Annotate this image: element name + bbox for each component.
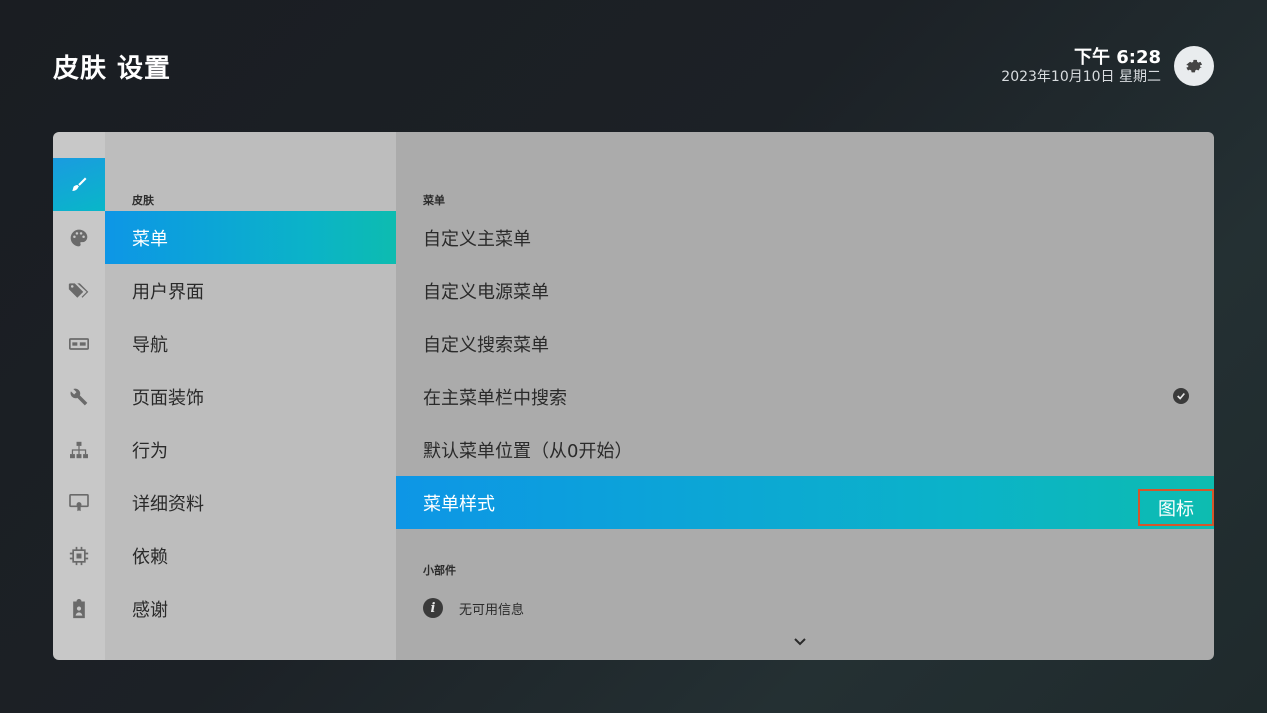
clock-time: 下午 6:28 [1073, 47, 1161, 68]
setting-value: 图标 [1138, 489, 1214, 526]
sidebar-icon-badge[interactable] [53, 582, 105, 635]
palette-icon [70, 229, 88, 246]
gear-icon [1186, 59, 1202, 73]
display-icon [69, 337, 89, 350]
icon-sidebar [53, 132, 105, 660]
certificate-icon [69, 493, 89, 511]
clock-date: 2023年10月10日 星期二 [1001, 69, 1161, 85]
settings-content: 菜单 自定义主菜单 自定义电源菜单 自定义搜索菜单 在主菜单栏中搜索 默认菜单位… [396, 132, 1214, 660]
setting-label: 自定义主菜单 [423, 228, 531, 250]
category-item-dependencies[interactable]: 依赖 [105, 529, 396, 582]
brush-icon [72, 177, 87, 191]
settings-panel: 皮肤 菜单 用户界面 导航 页面装饰 行为 详细资料 依赖 感谢 菜单 自定义主… [53, 132, 1214, 660]
wrench-icon [70, 388, 88, 405]
category-item-thanks[interactable]: 感谢 [105, 582, 396, 635]
settings-button[interactable] [1174, 46, 1214, 86]
setting-label: 在主菜单栏中搜索 [423, 387, 567, 409]
sidebar-icon-palette[interactable] [53, 211, 105, 264]
setting-custom-main-menu[interactable]: 自定义主菜单 [396, 211, 1214, 264]
sidebar-icon-tags[interactable] [53, 264, 105, 317]
clock: 下午 6:28 2023年10月10日 星期二 [1001, 48, 1161, 86]
sidebar-icon-certificate[interactable] [53, 476, 105, 529]
checkmark-icon [1173, 388, 1189, 404]
page-title: 皮肤 设置 [53, 54, 172, 84]
category-item-behavior[interactable]: 行为 [105, 423, 396, 476]
badge-icon [73, 598, 85, 618]
setting-menu-style[interactable]: 菜单样式 图标 [396, 476, 1214, 529]
sidebar-icon-chip[interactable] [53, 529, 105, 582]
menu-section-label: 菜单 [423, 194, 445, 207]
setting-custom-power-menu[interactable]: 自定义电源菜单 [396, 264, 1214, 317]
sidebar-icon-display[interactable] [53, 317, 105, 370]
setting-search-in-main-menu[interactable]: 在主菜单栏中搜索 [396, 370, 1214, 423]
info-icon: i [423, 598, 443, 618]
category-list: 皮肤 菜单 用户界面 导航 页面装饰 行为 详细资料 依赖 感谢 [105, 132, 396, 660]
setting-custom-search-menu[interactable]: 自定义搜索菜单 [396, 317, 1214, 370]
setting-label: 菜单样式 [423, 493, 495, 515]
info-text: 无可用信息 [459, 602, 525, 618]
setting-label: 默认菜单位置（从0开始） [423, 440, 633, 462]
category-item-details[interactable]: 详细资料 [105, 476, 396, 529]
widgets-section-label: 小部件 [423, 564, 456, 577]
setting-label: 自定义搜索菜单 [423, 334, 549, 356]
setting-label: 自定义电源菜单 [423, 281, 549, 303]
sitemap-icon [70, 441, 88, 458]
info-message: i 无可用信息 [423, 598, 524, 618]
chevron-down-icon[interactable] [794, 638, 806, 646]
sidebar-icon-skin[interactable] [53, 158, 105, 211]
setting-default-menu-position[interactable]: 默认菜单位置（从0开始） [396, 423, 1214, 476]
category-item-ui[interactable]: 用户界面 [105, 264, 396, 317]
category-item-decoration[interactable]: 页面装饰 [105, 370, 396, 423]
sidebar-icon-wrench[interactable] [53, 370, 105, 423]
category-item-menu[interactable]: 菜单 [105, 211, 396, 264]
category-section-label: 皮肤 [132, 194, 154, 207]
chip-icon [69, 546, 89, 565]
sidebar-icon-sitemap[interactable] [53, 423, 105, 476]
tags-icon [68, 282, 89, 298]
category-item-navigation[interactable]: 导航 [105, 317, 396, 370]
